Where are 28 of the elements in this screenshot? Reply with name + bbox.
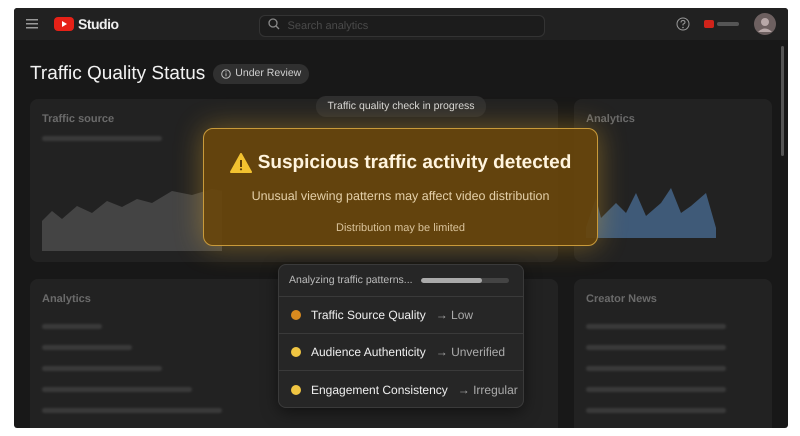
scrollbar[interactable] xyxy=(781,46,784,156)
menu-icon[interactable] xyxy=(26,18,38,30)
help-icon[interactable] xyxy=(676,17,690,31)
alert-note: Distribution may be limited xyxy=(335,221,466,236)
progress-label: Analyzing traffic patterns... xyxy=(289,272,413,288)
status-badge: Under Review xyxy=(213,64,310,84)
blurred-line xyxy=(42,324,102,328)
card-title: Traffic source xyxy=(42,112,116,127)
progress-pill: Traffic quality check in progress xyxy=(316,96,486,117)
warning-icon xyxy=(230,153,252,174)
page-title: Traffic Quality Status xyxy=(30,62,206,86)
alert-title: Suspicious traffic activity detected xyxy=(258,151,572,175)
avatar-icon[interactable] xyxy=(754,13,776,35)
check-name: Traffic Source Quality xyxy=(311,307,426,324)
card-title: Analytics xyxy=(586,112,636,127)
check-result: → Irregular xyxy=(458,382,518,398)
search-icon xyxy=(268,18,280,30)
check-name: Audience Authenticity xyxy=(311,344,426,361)
play-logo-icon xyxy=(54,17,74,31)
channel-icon[interactable] xyxy=(704,18,740,30)
alert-message: Unusual viewing patterns may affect video distribution xyxy=(250,188,550,206)
check-name: Engagement Consistency xyxy=(311,382,448,398)
card-title: Creator News xyxy=(586,292,658,307)
logo-text: Studio xyxy=(78,14,119,34)
info-icon xyxy=(221,69,232,79)
check-result: → Low xyxy=(436,307,474,324)
check-result: → Unverified xyxy=(436,344,506,361)
card-title: Analytics xyxy=(42,292,92,307)
